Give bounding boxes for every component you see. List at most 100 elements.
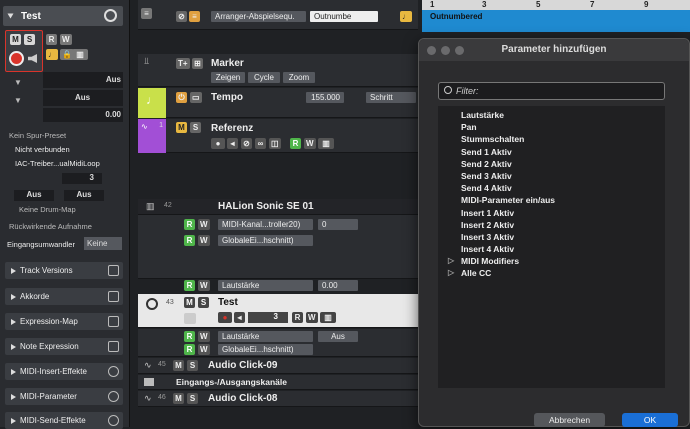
arranger-event[interactable]: Outnumbered — [422, 10, 690, 32]
tempo-mode-select[interactable]: Schritt — [366, 92, 416, 103]
lock-icon[interactable] — [184, 313, 196, 324]
section-akkorde[interactable]: Akkorde — [5, 288, 123, 305]
solo-button[interactable]: S — [198, 297, 209, 308]
add-marker-button[interactable]: T+ — [176, 58, 190, 69]
lanes-icon[interactable]: ▥ — [72, 49, 88, 60]
section-midi-insert[interactable]: MIDI-Insert-Effekte — [5, 363, 123, 380]
ok-button[interactable]: OK — [622, 413, 678, 427]
write-button[interactable]: W — [198, 280, 210, 291]
read-button[interactable]: R — [292, 312, 303, 323]
record-button[interactable] — [9, 51, 24, 66]
list-item[interactable]: Insert 1 Aktiv — [461, 207, 665, 219]
write-button[interactable]: W — [60, 34, 72, 45]
converter-select[interactable]: Keine — [84, 237, 122, 250]
marker-track[interactable]: ⫫ T+ ⊞ Marker Zeigen Cycle Zoom — [138, 54, 418, 87]
link-button[interactable]: ⊘ — [241, 138, 252, 149]
tempo-track[interactable]: ♩ ⏻ ▭ Tempo 155.000 Schritt — [138, 88, 418, 118]
reference-track[interactable]: ∿ 1 M S Referenz ● ◂ ⊘ ∞ ◫ R W ▥ — [138, 119, 418, 153]
expand-triangle-icon[interactable]: ▷ — [448, 255, 454, 267]
marker-cycle-button[interactable]: Cycle — [248, 72, 280, 83]
automation-value[interactable]: 0.00 — [318, 280, 358, 291]
read-button[interactable]: R — [290, 138, 301, 149]
mute-button[interactable]: M — [10, 34, 21, 45]
audio-click-09-track[interactable]: ∿ 45 M S Audio Click-09 — [138, 358, 418, 374]
monitor-button[interactable]: ◂ — [227, 138, 238, 149]
channel-field[interactable]: 3 — [248, 312, 288, 323]
add-cycle-button[interactable]: ⊞ — [192, 58, 203, 69]
list-item[interactable]: Pan — [461, 121, 665, 133]
retro-record-select[interactable]: Rückwirkende Aufnahme — [5, 222, 123, 233]
mute-button[interactable]: M — [184, 297, 195, 308]
section-track-versions[interactable]: Track Versions — [5, 262, 123, 279]
halion-track[interactable]: ▥ 42 HALion Sonic SE 01 — [138, 199, 418, 215]
automation-param-select[interactable]: Lautstärke — [218, 331, 313, 342]
lanes-icon[interactable]: ▥ — [318, 138, 334, 149]
io-folder-track[interactable]: Eingangs-/Ausgangskanäle — [138, 375, 418, 390]
list-item[interactable]: MIDI-Parameter ein/aus — [461, 194, 665, 206]
list-item[interactable]: Insert 2 Aktiv — [461, 219, 665, 231]
chain-button[interactable]: ∞ — [255, 138, 266, 149]
record-button[interactable]: ● — [218, 312, 232, 323]
search-input[interactable]: Filter: — [438, 82, 665, 100]
write-button[interactable]: W — [198, 235, 210, 246]
arranger-chain-select[interactable]: Arranger-Abspielsequ. — [211, 11, 306, 22]
audio-click-08-track[interactable]: ∿ 46 M S Audio Click-08 — [138, 391, 418, 407]
midi-output-select[interactable]: IAC-Treiber...ualMidiLoop — [5, 159, 123, 171]
timebase-icon[interactable]: ♩ — [46, 49, 58, 60]
list-item[interactable]: Insert 4 Aktiv — [461, 243, 665, 255]
pan-slider[interactable]: Aus — [43, 90, 123, 106]
solo-button[interactable]: S — [187, 360, 198, 371]
expand-triangle-icon[interactable]: ▷ — [448, 267, 454, 279]
lock-icon[interactable]: ▭ — [190, 92, 202, 103]
write-button[interactable]: W — [198, 331, 210, 342]
section-note-expression[interactable]: Note Expression — [5, 338, 123, 355]
automation-param-select[interactable]: GlobaleEi...hschnitt) — [218, 344, 313, 355]
activate-button[interactable]: ⊘ — [176, 11, 187, 22]
section-midi-parameter[interactable]: MIDI-Parameter — [5, 388, 123, 405]
read-button[interactable]: R — [184, 344, 195, 355]
list-item[interactable]: Stummschalten — [461, 133, 665, 145]
arranger-event-field[interactable]: Outnumbe — [310, 11, 378, 22]
automation-value[interactable]: Aus — [318, 331, 358, 342]
mute-button[interactable]: M — [173, 393, 184, 404]
lanes-icon[interactable]: ▥ — [320, 312, 336, 323]
input-a-field[interactable]: Aus — [14, 190, 54, 201]
list-item[interactable]: Insert 3 Aktiv — [461, 231, 665, 243]
test-track[interactable]: 43 M S Test ● ◂ 3 R W ▥ — [138, 294, 418, 328]
read-button[interactable]: R — [184, 219, 195, 230]
solo-button[interactable]: S — [190, 122, 201, 133]
automation-param-select[interactable]: MIDI-Kanal...troller20) — [218, 219, 313, 230]
arranger-track[interactable]: ≡ ⊘ ≡ Arranger-Abspielsequ. Outnumbe ♩ — [138, 0, 418, 30]
read-button[interactable]: R — [184, 280, 195, 291]
section-midi-send[interactable]: MIDI-Send-Effekte — [5, 412, 123, 429]
monitor-button[interactable]: ◂ — [234, 312, 245, 323]
edit-instrument-icon[interactable] — [104, 9, 117, 22]
automation-value[interactable]: 0 — [318, 219, 358, 230]
volume-slider[interactable]: Aus — [43, 72, 123, 88]
read-button[interactable]: R — [184, 331, 195, 342]
mute-button[interactable]: M — [173, 360, 184, 371]
list-item[interactable]: Lautstärke — [461, 109, 665, 121]
marker-show-button[interactable]: Zeigen — [211, 72, 245, 83]
drum-map-select[interactable]: Keine Drum-Map — [5, 205, 123, 216]
read-button[interactable]: R — [46, 34, 57, 45]
list-item-group[interactable]: ▷ Alle CC — [448, 267, 665, 279]
ruler[interactable]: 1 3 5 7 9 — [422, 0, 690, 10]
write-button[interactable]: W — [306, 312, 318, 323]
write-button[interactable]: W — [304, 138, 316, 149]
read-button[interactable]: R — [184, 235, 195, 246]
solo-button[interactable]: S — [187, 393, 198, 404]
channel-field[interactable]: 3 — [62, 173, 102, 184]
timebase-icon[interactable]: ♩ — [400, 11, 412, 22]
delay-slider[interactable]: 0.00 — [43, 108, 123, 122]
lanes-button[interactable]: ◫ — [269, 138, 281, 149]
list-item[interactable]: Send 3 Aktiv — [461, 170, 665, 182]
mute-button[interactable]: M — [176, 122, 187, 133]
automation-param-select[interactable]: GlobaleEi...hschnitt) — [218, 235, 313, 246]
write-button[interactable]: W — [198, 344, 210, 355]
list-item-group[interactable]: ▷ MIDI Modifiers — [448, 255, 665, 267]
input-b-field[interactable]: Aus — [64, 190, 104, 201]
list-item[interactable]: Send 4 Aktiv — [461, 182, 665, 194]
list-item[interactable]: Send 1 Aktiv — [461, 146, 665, 158]
marker-zoom-button[interactable]: Zoom — [283, 72, 315, 83]
